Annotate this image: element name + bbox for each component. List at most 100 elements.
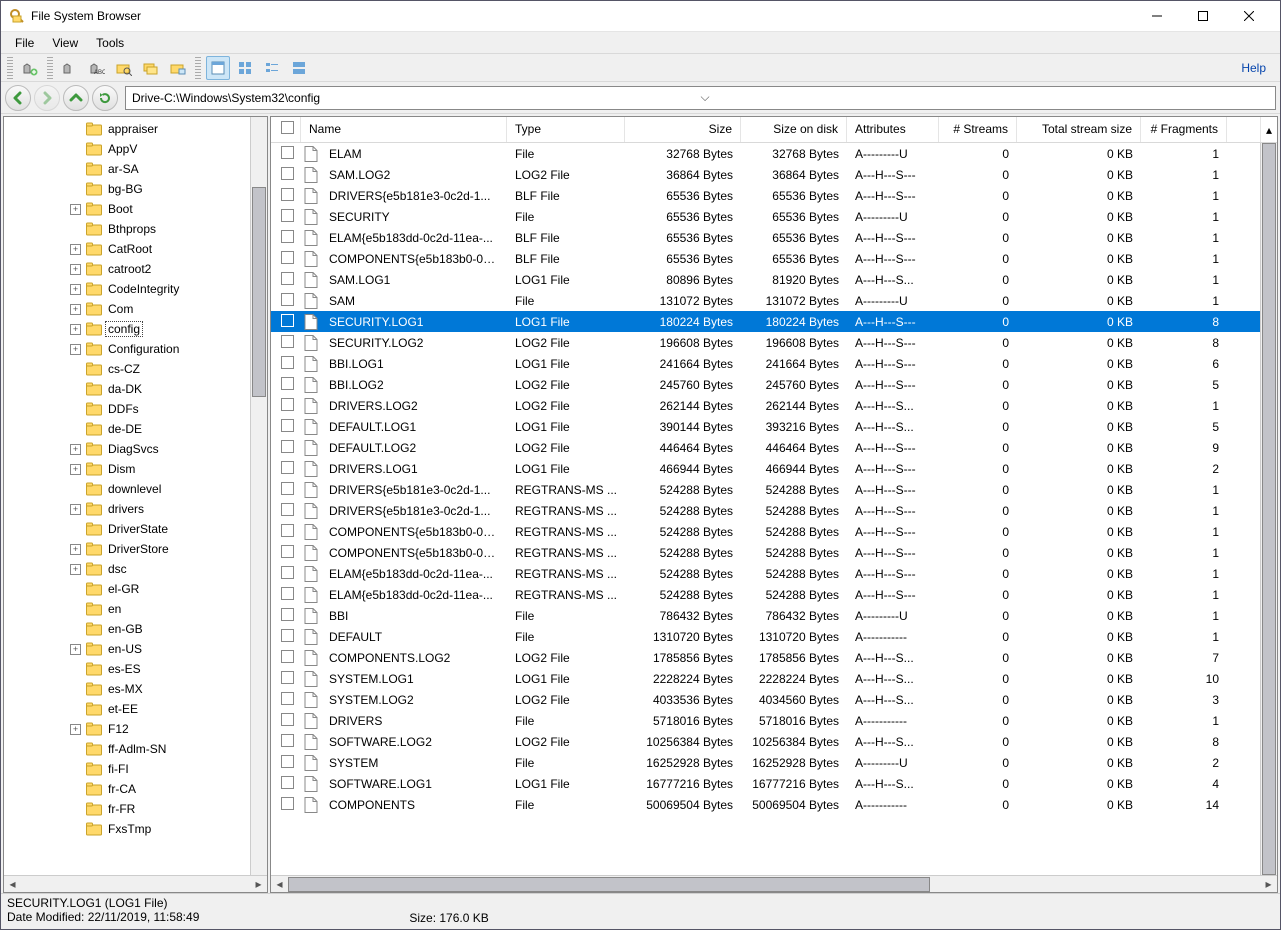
table-row[interactable]: DEFAULTFile1310720 Bytes1310720 BytesA--…	[271, 626, 1260, 647]
close-button[interactable]	[1226, 1, 1272, 31]
expand-toggle[interactable]: +	[70, 244, 81, 255]
row-checkbox[interactable]	[271, 146, 301, 162]
expand-toggle[interactable]: +	[70, 504, 81, 515]
toolbar-grip[interactable]	[195, 57, 201, 79]
expand-toggle[interactable]: +	[70, 304, 81, 315]
header-fragments[interactable]: # Fragments	[1141, 117, 1227, 142]
table-row[interactable]: DRIVERS{e5b181e3-0c2d-1...REGTRANS-MS ..…	[271, 500, 1260, 521]
table-row[interactable]: COMPONENTSFile50069504 Bytes50069504 Byt…	[271, 794, 1260, 815]
table-row[interactable]: SAM.LOG2LOG2 File36864 Bytes36864 BytesA…	[271, 164, 1260, 185]
toolbar-folder-search-icon[interactable]	[112, 56, 136, 80]
address-bar[interactable]: Drive-C:\Windows\System32\config ⌵	[125, 86, 1276, 110]
header-checkbox[interactable]	[271, 117, 301, 142]
table-row[interactable]: SYSTEM.LOG1LOG1 File2228224 Bytes2228224…	[271, 668, 1260, 689]
row-checkbox[interactable]	[271, 356, 301, 372]
row-checkbox[interactable]	[271, 398, 301, 414]
tree-item[interactable]: +config	[4, 319, 250, 339]
header-attributes[interactable]: Attributes	[847, 117, 939, 142]
tree-item[interactable]: AppV	[4, 139, 250, 159]
tree-item[interactable]: ar-SA	[4, 159, 250, 179]
table-row[interactable]: COMPONENTS{e5b183b0-0c...REGTRANS-MS ...…	[271, 521, 1260, 542]
expand-toggle[interactable]: +	[70, 324, 81, 335]
row-checkbox[interactable]	[271, 671, 301, 687]
tree-item[interactable]: +dsc	[4, 559, 250, 579]
expand-toggle[interactable]: +	[70, 284, 81, 295]
row-checkbox[interactable]	[271, 587, 301, 603]
header-type[interactable]: Type	[507, 117, 625, 142]
row-checkbox[interactable]	[271, 503, 301, 519]
header-size[interactable]: Size	[625, 117, 741, 142]
row-checkbox[interactable]	[271, 482, 301, 498]
table-row[interactable]: DRIVERS{e5b181e3-0c2d-1...BLF File65536 …	[271, 185, 1260, 206]
view-list-icon[interactable]	[260, 56, 284, 80]
tree-item[interactable]: fr-FR	[4, 799, 250, 819]
tree-item[interactable]: DDFs	[4, 399, 250, 419]
table-row[interactable]: ELAMFile32768 Bytes32768 BytesA---------…	[271, 143, 1260, 164]
table-row[interactable]: ELAM{e5b183dd-0c2d-11ea-...REGTRANS-MS .…	[271, 584, 1260, 605]
table-row[interactable]: COMPONENTS{e5b183b0-0c...BLF File65536 B…	[271, 248, 1260, 269]
tree-item[interactable]: FxsTmp	[4, 819, 250, 839]
table-row[interactable]: ELAM{e5b183dd-0c2d-11ea-...REGTRANS-MS .…	[271, 563, 1260, 584]
maximize-button[interactable]	[1180, 1, 1226, 31]
row-checkbox[interactable]	[271, 545, 301, 561]
toolbar-abc-icon[interactable]: ABC	[85, 56, 109, 80]
list-scrollbar[interactable]	[1260, 143, 1277, 875]
tree-item[interactable]: ff-Adlm-SN	[4, 739, 250, 759]
table-row[interactable]: DRIVERS.LOG1LOG1 File466944 Bytes466944 …	[271, 458, 1260, 479]
tree-item[interactable]: cs-CZ	[4, 359, 250, 379]
table-row[interactable]: ELAM{e5b183dd-0c2d-11ea-...BLF File65536…	[271, 227, 1260, 248]
tree-item[interactable]: en-GB	[4, 619, 250, 639]
row-checkbox[interactable]	[271, 650, 301, 666]
row-checkbox[interactable]	[271, 377, 301, 393]
tree-item[interactable]: da-DK	[4, 379, 250, 399]
row-checkbox[interactable]	[271, 734, 301, 750]
list-hscroll[interactable]: ◂▸	[271, 875, 1277, 892]
row-checkbox[interactable]	[271, 188, 301, 204]
tree-item[interactable]: +DriverStore	[4, 539, 250, 559]
header-total-stream[interactable]: Total stream size	[1017, 117, 1141, 142]
table-row[interactable]: SYSTEMFile16252928 Bytes16252928 BytesA-…	[271, 752, 1260, 773]
row-checkbox[interactable]	[271, 167, 301, 183]
view-tile-icon[interactable]	[287, 56, 311, 80]
toolbar-folder-tree-icon[interactable]	[166, 56, 190, 80]
table-row[interactable]: DEFAULT.LOG2LOG2 File446464 Bytes446464 …	[271, 437, 1260, 458]
row-checkbox[interactable]	[271, 713, 301, 729]
up-button[interactable]	[63, 85, 89, 111]
row-checkbox[interactable]	[271, 524, 301, 540]
refresh-button[interactable]	[92, 85, 118, 111]
toolbar-grip[interactable]	[7, 57, 13, 79]
tree-item[interactable]: +catroot2	[4, 259, 250, 279]
tree-item[interactable]: +drivers	[4, 499, 250, 519]
row-checkbox[interactable]	[271, 272, 301, 288]
header-streams[interactable]: # Streams	[939, 117, 1017, 142]
row-checkbox[interactable]	[271, 776, 301, 792]
table-row[interactable]: DRIVERS.LOG2LOG2 File262144 Bytes262144 …	[271, 395, 1260, 416]
header-scroll-up[interactable]: ▴	[1260, 117, 1277, 142]
tree-item[interactable]: +DiagSvcs	[4, 439, 250, 459]
expand-toggle[interactable]: +	[70, 644, 81, 655]
tree-item[interactable]: downlevel	[4, 479, 250, 499]
tree-item[interactable]: DriverState	[4, 519, 250, 539]
table-row[interactable]: DEFAULT.LOG1LOG1 File390144 Bytes393216 …	[271, 416, 1260, 437]
chevron-down-icon[interactable]: ⌵	[701, 90, 1270, 105]
menu-view[interactable]: View	[44, 34, 86, 52]
row-checkbox[interactable]	[271, 797, 301, 813]
toolbar-add-icon[interactable]	[18, 56, 42, 80]
expand-toggle[interactable]: +	[70, 204, 81, 215]
table-row[interactable]: COMPONENTS{e5b183b0-0c...REGTRANS-MS ...…	[271, 542, 1260, 563]
tree-item[interactable]: +en-US	[4, 639, 250, 659]
row-checkbox[interactable]	[271, 230, 301, 246]
row-checkbox[interactable]	[271, 314, 301, 330]
tree-item[interactable]: +CodeIntegrity	[4, 279, 250, 299]
table-row[interactable]: BBI.LOG2LOG2 File245760 Bytes245760 Byte…	[271, 374, 1260, 395]
tree-item[interactable]: +Dism	[4, 459, 250, 479]
tree-item[interactable]: +Com	[4, 299, 250, 319]
expand-toggle[interactable]: +	[70, 264, 81, 275]
row-checkbox[interactable]	[271, 440, 301, 456]
toolbar-disk-icon[interactable]	[58, 56, 82, 80]
table-row[interactable]: SAMFile131072 Bytes131072 BytesA--------…	[271, 290, 1260, 311]
tree-hscroll[interactable]: ◂▸	[4, 875, 267, 892]
expand-toggle[interactable]: +	[70, 344, 81, 355]
table-row[interactable]: SAM.LOG1LOG1 File80896 Bytes81920 BytesA…	[271, 269, 1260, 290]
tree-item[interactable]: +CatRoot	[4, 239, 250, 259]
